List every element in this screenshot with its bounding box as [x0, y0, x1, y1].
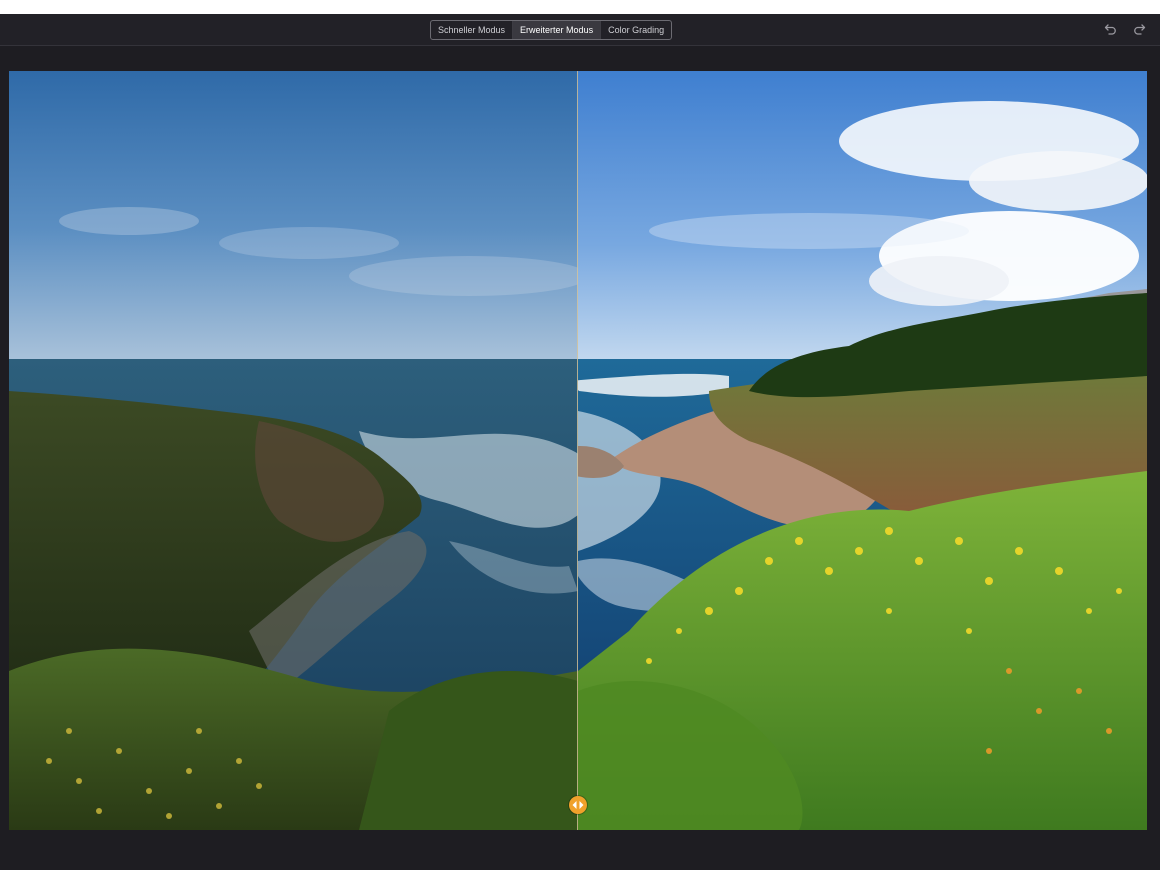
tab-advanced-mode[interactable]: Erweiterter Modus	[512, 21, 601, 39]
redo-icon	[1134, 24, 1146, 35]
top-toolbar: Schneller Modus Erweiterter Modus Color …	[0, 14, 1160, 46]
mode-switcher: Schneller Modus Erweiterter Modus Color …	[430, 20, 673, 40]
window-top-strip	[0, 0, 1160, 14]
left-right-arrows-icon	[572, 801, 584, 809]
split-divider-line[interactable]	[577, 71, 578, 830]
before-image	[9, 71, 578, 830]
photo-canvas[interactable]	[9, 71, 1147, 830]
undo-icon	[1104, 24, 1116, 35]
tab-quick-mode[interactable]: Schneller Modus	[431, 21, 512, 39]
split-divider-handle[interactable]	[569, 796, 587, 814]
after-image	[578, 71, 1147, 830]
tab-color-grading[interactable]: Color Grading	[600, 21, 671, 39]
redo-button[interactable]	[1131, 21, 1147, 37]
undo-button[interactable]	[1103, 21, 1119, 37]
